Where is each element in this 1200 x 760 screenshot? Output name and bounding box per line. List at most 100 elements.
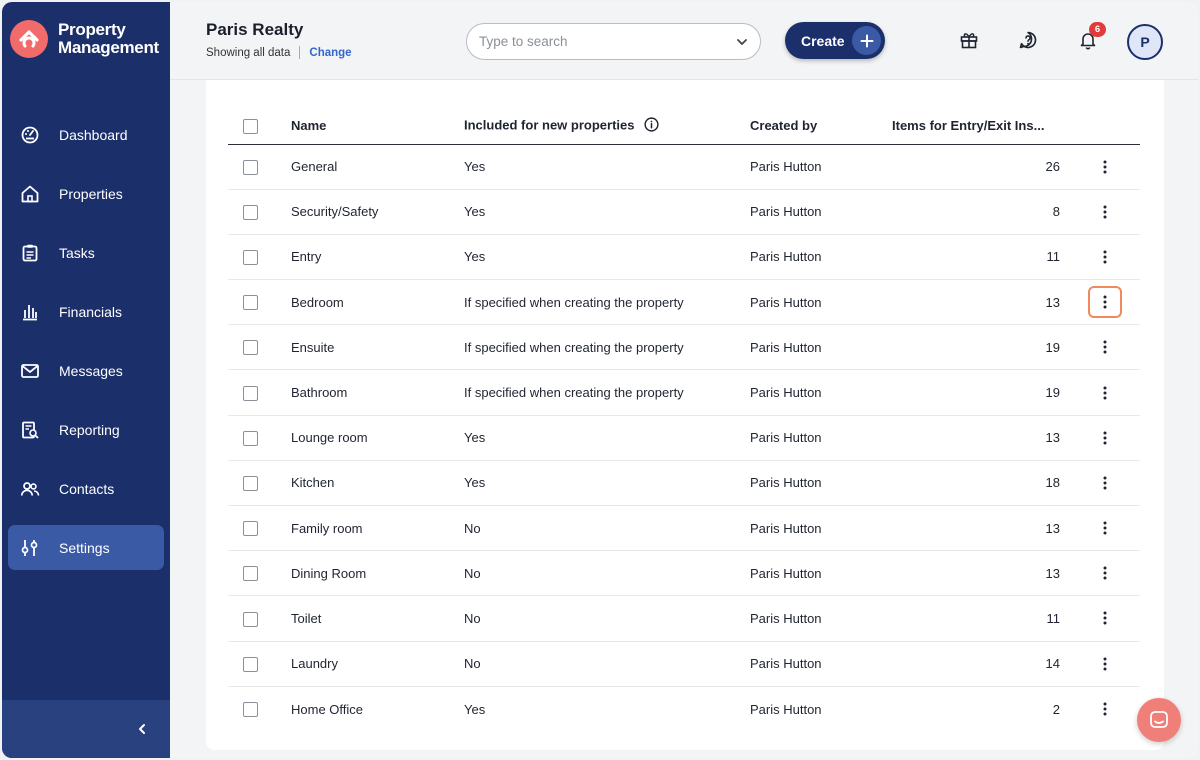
row-checkbox[interactable]: [243, 295, 258, 311]
row-checkbox[interactable]: [243, 475, 258, 491]
row-actions: [1070, 460, 1140, 507]
table-row[interactable]: Family room No Paris Hutton 13: [228, 505, 1140, 552]
row-checkbox[interactable]: [243, 702, 258, 718]
brand-name: Property Management: [58, 21, 159, 57]
more-vertical-icon[interactable]: [1088, 377, 1122, 409]
more-vertical-icon[interactable]: [1088, 648, 1122, 680]
row-checkbox[interactable]: [243, 159, 258, 175]
row-created-by: Paris Hutton: [750, 460, 892, 507]
change-link[interactable]: Change: [309, 47, 351, 59]
row-checkbox[interactable]: [243, 566, 258, 582]
search-input[interactable]: [479, 34, 736, 49]
row-items: 11: [892, 595, 1070, 642]
row-checkbox[interactable]: [243, 611, 258, 627]
more-vertical-icon[interactable]: [1088, 196, 1122, 228]
column-header-created-by[interactable]: Created by: [750, 108, 892, 145]
sidebar-item-settings[interactable]: Settings: [8, 525, 164, 570]
chat-icon: [1148, 709, 1170, 731]
row-checkbox[interactable]: [243, 204, 258, 220]
sidebar-item-contacts[interactable]: Contacts: [8, 466, 164, 511]
table-row[interactable]: General Yes Paris Hutton 26: [228, 144, 1140, 190]
chevron-left-icon[interactable]: [136, 723, 148, 735]
create-button[interactable]: Create: [785, 22, 885, 59]
table-row[interactable]: Ensuite If specified when creating the p…: [228, 324, 1140, 371]
app-window: Property Management Dashboard Properties: [2, 2, 1198, 758]
row-actions: [1070, 144, 1140, 190]
table-row[interactable]: Kitchen Yes Paris Hutton 18: [228, 460, 1140, 507]
sidebar-item-messages[interactable]: Messages: [8, 348, 164, 393]
table-row[interactable]: Toilet No Paris Hutton 11: [228, 595, 1140, 642]
table-row[interactable]: Laundry No Paris Hutton 14: [228, 641, 1140, 687]
row-checkbox-cell: [228, 505, 274, 552]
brand-line-2: Management: [58, 38, 159, 57]
column-header-included-label: Included for new properties: [464, 117, 635, 133]
sidebar-nav: Dashboard Properties Tasks Financials Me…: [2, 112, 170, 584]
row-items: 14: [892, 641, 1070, 687]
row-checkbox[interactable]: [243, 340, 258, 356]
more-vertical-icon[interactable]: [1088, 286, 1122, 319]
row-name: General: [274, 144, 464, 190]
plus-icon: [852, 26, 881, 55]
help-icon[interactable]: [1016, 28, 1040, 52]
row-name: Entry: [274, 234, 464, 281]
row-checkbox[interactable]: [243, 385, 258, 401]
column-header-name[interactable]: Name: [274, 108, 464, 145]
row-checkbox[interactable]: [243, 656, 258, 672]
row-actions: [1070, 189, 1140, 235]
row-name: Ensuite: [274, 324, 464, 371]
more-vertical-icon[interactable]: [1088, 151, 1122, 183]
avatar[interactable]: P: [1127, 24, 1163, 60]
row-included: Yes: [464, 701, 486, 717]
sidebar-item-label: Dashboard: [59, 126, 128, 143]
more-vertical-icon[interactable]: [1088, 512, 1122, 544]
sidebar-item-tasks[interactable]: Tasks: [8, 230, 164, 275]
chevron-down-icon[interactable]: [736, 36, 748, 48]
sidebar-item-financials[interactable]: Financials: [8, 289, 164, 334]
sidebar-item-dashboard[interactable]: Dashboard: [8, 112, 164, 157]
sidebar-item-properties[interactable]: Properties: [8, 171, 164, 216]
row-checkbox[interactable]: [243, 521, 258, 537]
more-vertical-icon[interactable]: [1088, 331, 1122, 363]
more-vertical-icon[interactable]: [1088, 602, 1122, 634]
more-vertical-icon[interactable]: [1088, 241, 1122, 273]
row-name: Lounge room: [274, 415, 464, 461]
row-items: 19: [892, 369, 1070, 416]
row-included: Yes: [464, 144, 750, 190]
column-header-included[interactable]: Included for new properties: [464, 108, 750, 145]
bell-icon[interactable]: 6: [1076, 22, 1106, 52]
table-row[interactable]: Lounge room Yes Paris Hutton 13: [228, 415, 1140, 461]
sidebar-item-reporting[interactable]: Reporting: [8, 407, 164, 452]
brand[interactable]: Property Management: [10, 20, 159, 58]
select-all-cell: [228, 108, 274, 145]
more-vertical-icon[interactable]: [1088, 557, 1122, 589]
clipboard-icon: [20, 243, 40, 263]
column-header-items[interactable]: Items for Entry/Exit Ins...: [892, 108, 1070, 145]
row-checkbox[interactable]: [243, 430, 258, 446]
table-row[interactable]: Home Office Yes Paris Hutton 2: [228, 686, 1140, 731]
more-vertical-icon[interactable]: [1088, 693, 1122, 725]
select-all-checkbox[interactable]: [243, 118, 258, 134]
row-actions: [1070, 686, 1140, 731]
sidebar-footer: [2, 700, 170, 758]
info-icon[interactable]: [644, 117, 659, 135]
search-box[interactable]: [466, 23, 761, 60]
table-row[interactable]: Entry Yes Paris Hutton 11: [228, 234, 1140, 281]
table-row[interactable]: Security/Safety Yes Paris Hutton 8: [228, 189, 1140, 235]
row-actions: [1070, 641, 1140, 687]
table-row[interactable]: Bedroom If specified when creating the p…: [228, 279, 1140, 326]
more-vertical-icon[interactable]: [1088, 422, 1122, 454]
table-row[interactable]: Dining Room No Paris Hutton 13: [228, 550, 1140, 597]
mail-icon: [20, 361, 40, 381]
row-created-by: Paris Hutton: [750, 234, 892, 281]
row-checkbox-cell: [228, 144, 274, 190]
table-row[interactable]: Bathroom If specified when creating the …: [228, 369, 1140, 416]
more-vertical-icon[interactable]: [1088, 467, 1122, 499]
row-created-by: Paris Hutton: [750, 701, 822, 717]
row-created-by: Paris Hutton: [750, 505, 892, 552]
notification-badge: 6: [1089, 22, 1106, 37]
gift-icon[interactable]: [957, 28, 981, 52]
row-checkbox-cell: [228, 641, 274, 687]
row-checkbox[interactable]: [243, 250, 258, 265]
chat-launcher-button[interactable]: [1137, 698, 1181, 742]
row-checkbox-cell: [228, 369, 274, 416]
